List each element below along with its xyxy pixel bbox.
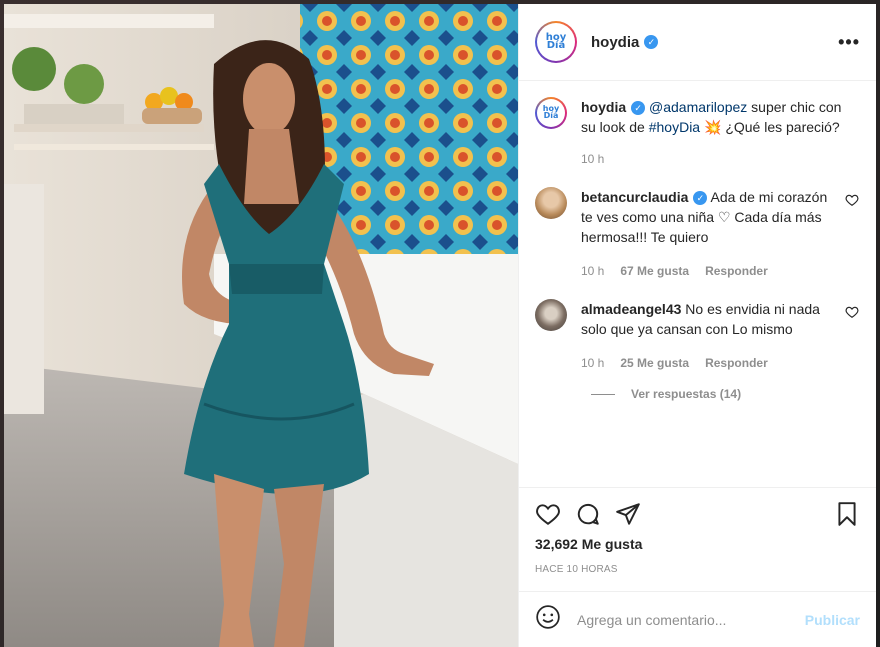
reply-button[interactable]: Responder (705, 353, 768, 373)
comment-input[interactable] (577, 611, 805, 628)
posted-time: HACE 10 HORAS (535, 564, 618, 575)
caption: hoy Día hoydia ✓ @adamarilopez super chic … (535, 97, 860, 169)
comment-likes[interactable]: 25 Me gusta (620, 353, 689, 373)
emoji: 💥 (700, 119, 726, 135)
hashtag-link[interactable]: #hoyDia (649, 119, 700, 135)
replies-divider (591, 393, 615, 395)
instagram-post-dialog: hoy Día hoydia ✓ ••• hoy Día hoydia ✓ @adam… (4, 4, 876, 647)
reply-button[interactable]: Responder (705, 261, 768, 281)
comment-username[interactable]: almadeangel43 (581, 301, 681, 317)
mention-link[interactable]: @adamarilopez (649, 99, 747, 115)
post-side-panel: hoy Día hoydia ✓ ••• hoy Día hoydia ✓ @adam… (518, 4, 876, 647)
emoji-icon[interactable] (535, 604, 561, 635)
caption-username[interactable]: hoydia (581, 99, 626, 115)
commenter-avatar[interactable] (535, 299, 567, 331)
comment-username[interactable]: betancurclaudia (581, 189, 688, 205)
add-comment-bar: Publicar (519, 591, 876, 647)
likes-count[interactable]: 32,692 Me gusta (535, 536, 860, 552)
comments-list: hoy Día hoydia ✓ @adamarilopez super chic … (519, 81, 876, 487)
view-replies-label: Ver respuestas (14) (631, 387, 742, 401)
comment-item: betancurclaudia ✓ Ada de mi corazón te ve… (535, 187, 860, 281)
hoydia-logo: hoy Día (539, 25, 573, 59)
commenter-avatar[interactable] (535, 187, 567, 219)
more-options-icon[interactable]: ••• (838, 32, 860, 53)
verified-icon: ✓ (644, 35, 659, 49)
post-actions: 32,692 Me gusta HACE 10 HORAS (519, 487, 876, 591)
heart-icon[interactable] (535, 494, 575, 534)
view-replies-button[interactable]: Ver respuestas (14) (591, 387, 860, 401)
verified-icon: ✓ (693, 191, 708, 205)
caption-avatar[interactable]: hoy Día (535, 97, 567, 129)
caption-text-2: ¿Qué les pareció? (725, 119, 840, 135)
comment-time: 10 h (581, 264, 605, 278)
profile-avatar[interactable]: hoy Día (535, 21, 577, 63)
comment-time: 10 h (581, 356, 605, 370)
post-photo[interactable] (4, 4, 518, 647)
caption-time: 10 h (581, 152, 605, 166)
comment-icon[interactable] (575, 494, 615, 534)
comment-item: almadeangel43 No es envidia ni nada solo… (535, 299, 860, 373)
post-header: hoy Día hoydia ✓ ••• (519, 4, 876, 81)
comment-like-icon[interactable] (844, 193, 860, 207)
header-username[interactable]: hoydia (591, 34, 639, 51)
share-icon[interactable] (615, 494, 655, 534)
comment-likes[interactable]: 67 Me gusta (620, 261, 689, 281)
verified-icon: ✓ (631, 101, 646, 115)
comment-like-icon[interactable] (844, 305, 860, 319)
post-image (4, 4, 518, 647)
publish-button[interactable]: Publicar (805, 612, 860, 628)
bookmark-icon[interactable] (820, 494, 860, 534)
